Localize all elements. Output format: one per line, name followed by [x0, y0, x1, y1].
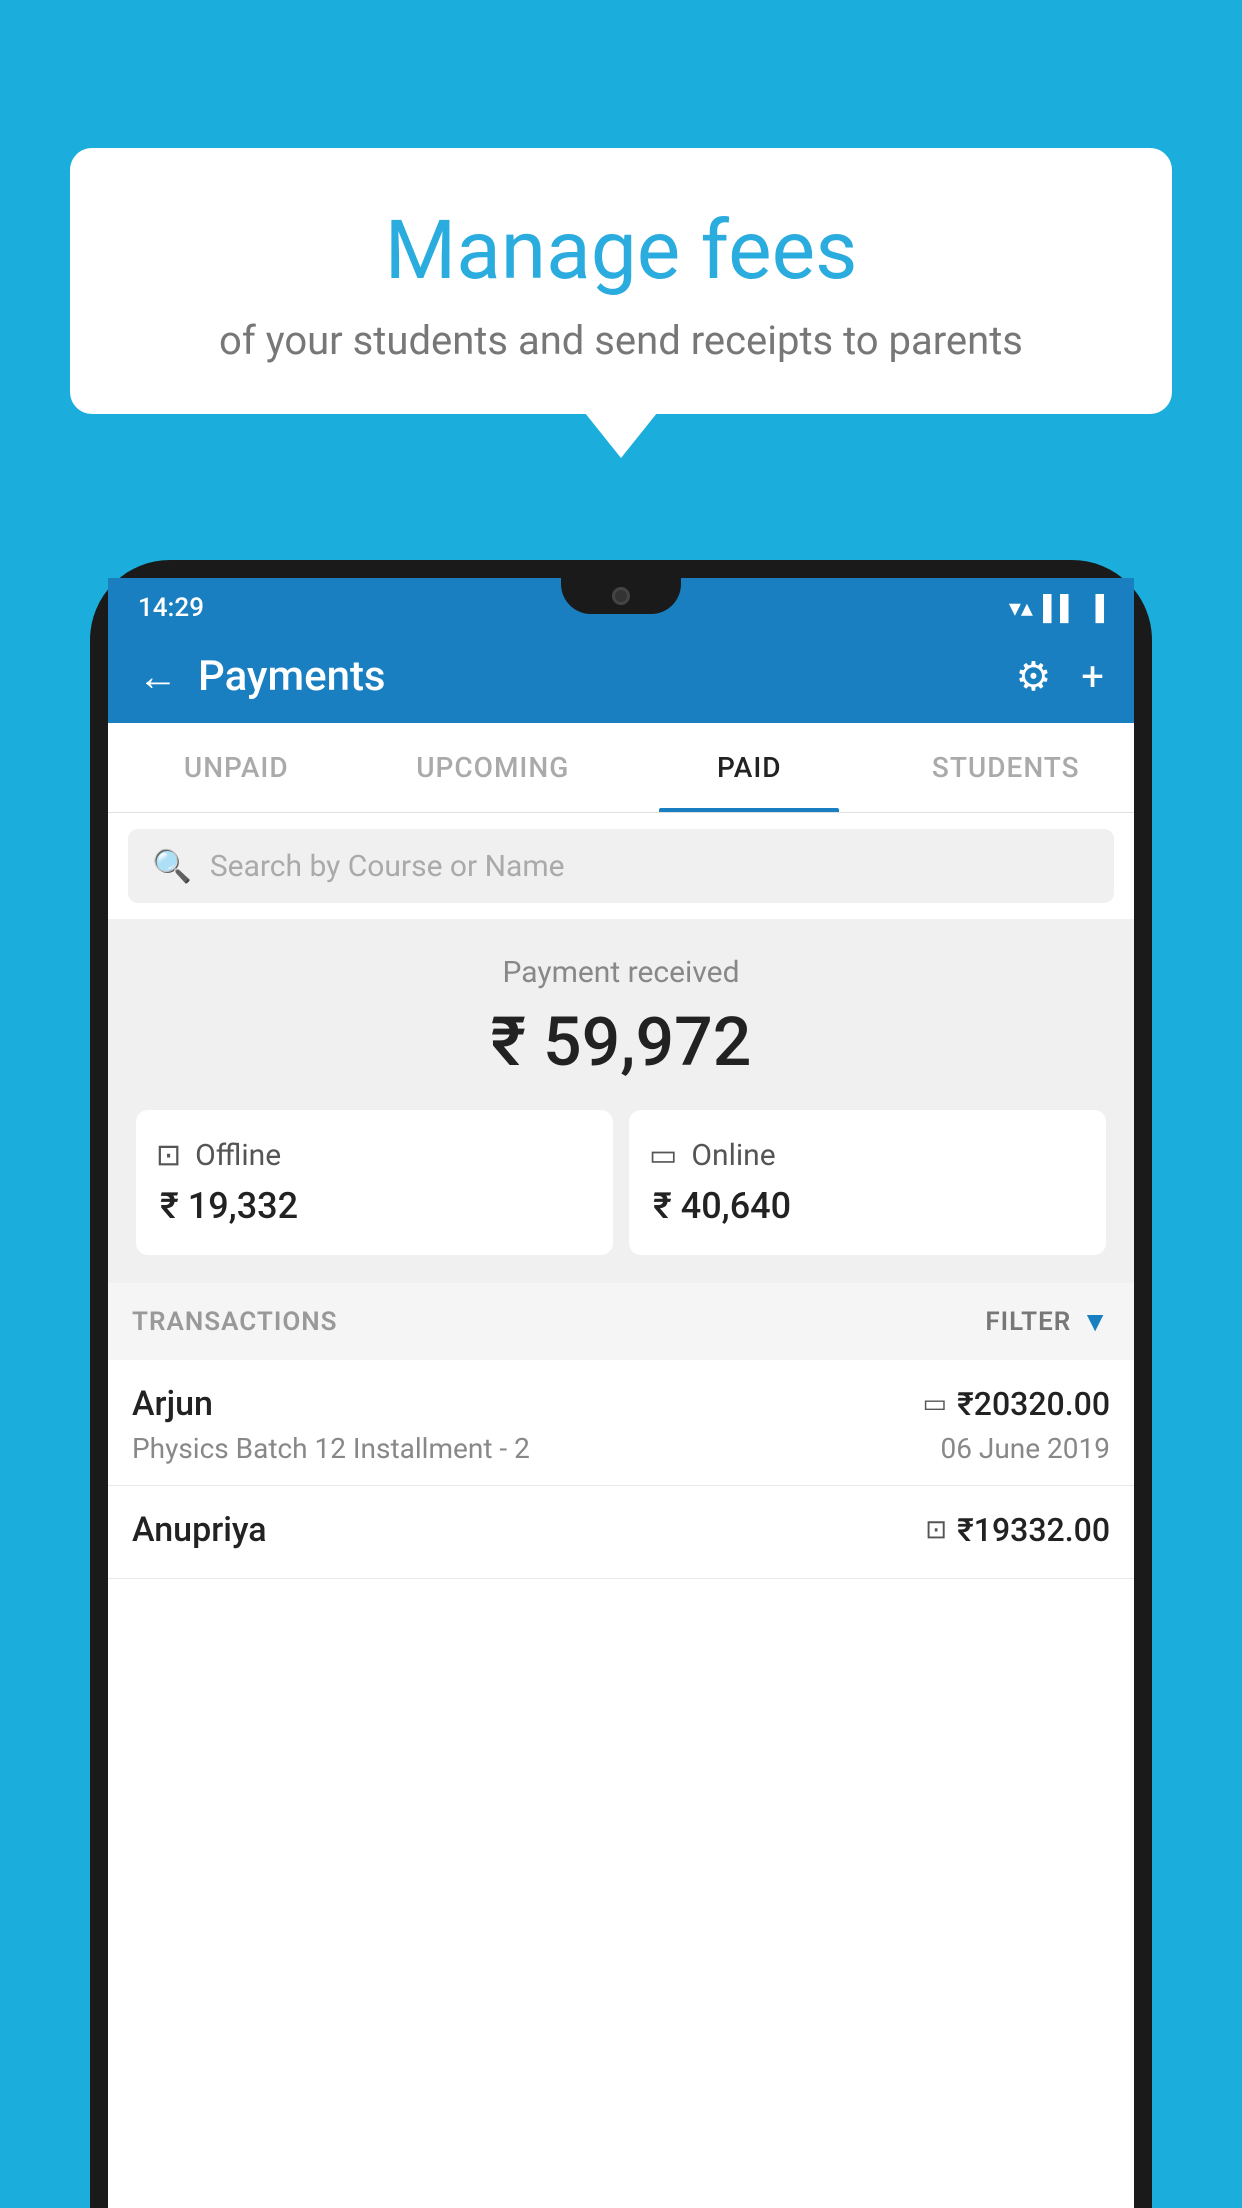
tab-students[interactable]: STUDENTS	[878, 723, 1135, 812]
app-header: ← Payments ⚙ +	[108, 630, 1134, 723]
status-bar: 14:29 ▾▴ ▌▌ ▐	[108, 578, 1134, 630]
offline-card: ⊡ Offline ₹ 19,332	[136, 1110, 613, 1255]
transactions-header: TRANSACTIONS FILTER ▼	[108, 1283, 1134, 1360]
table-row[interactable]: Arjun ▭ ₹20320.00 Physics Batch 12 Insta…	[108, 1360, 1134, 1486]
phone-notch	[561, 578, 681, 614]
tab-upcoming[interactable]: UPCOMING	[365, 723, 622, 812]
payment-received-label: Payment received	[128, 955, 1114, 990]
transaction-amount: ₹20320.00	[957, 1385, 1110, 1423]
wifi-icon: ▾▴	[1009, 594, 1033, 622]
phone-wrapper: 14:29 ▾▴ ▌▌ ▐ ← Payments ⚙ +	[90, 560, 1152, 2208]
online-amount: ₹ 40,640	[649, 1185, 1086, 1227]
table-row[interactable]: Anupriya ⊡ ₹19332.00	[108, 1486, 1134, 1579]
transaction-top: Anupriya ⊡ ₹19332.00	[132, 1510, 1110, 1550]
payment-cards: ⊡ Offline ₹ 19,332 ▭ Online ₹ 40,640	[128, 1110, 1114, 1255]
speech-bubble-subtitle: of your students and send receipts to pa…	[130, 317, 1112, 364]
offline-label: Offline	[195, 1138, 281, 1173]
tab-paid[interactable]: PAID	[621, 723, 878, 812]
battery-icon: ▐	[1087, 594, 1104, 623]
payment-mode-icon: ▭	[923, 1389, 948, 1419]
status-icons: ▾▴ ▌▌ ▐	[1009, 594, 1104, 623]
speech-bubble: Manage fees of your students and send re…	[70, 148, 1172, 414]
transaction-bottom: Physics Batch 12 Installment - 2 06 June…	[132, 1432, 1110, 1465]
signal-icon: ▌▌	[1043, 594, 1077, 623]
add-icon[interactable]: +	[1081, 653, 1104, 700]
offline-amount: ₹ 19,332	[156, 1185, 593, 1227]
header-left: ← Payments	[138, 652, 386, 701]
transactions-label: TRANSACTIONS	[132, 1307, 338, 1337]
phone-frame: 14:29 ▾▴ ▌▌ ▐ ← Payments ⚙ +	[90, 560, 1152, 2208]
transaction-top: Arjun ▭ ₹20320.00	[132, 1384, 1110, 1424]
student-name: Arjun	[132, 1384, 213, 1424]
status-time: 14:29	[138, 593, 204, 623]
search-container: 🔍 Search by Course or Name	[108, 813, 1134, 919]
filter-button[interactable]: FILTER ▼	[985, 1305, 1110, 1338]
payment-mode-icon: ⊡	[925, 1515, 947, 1545]
page-title: Payments	[198, 652, 386, 701]
online-label: Online	[691, 1138, 775, 1173]
student-name: Anupriya	[132, 1510, 267, 1550]
online-card-header: ▭ Online	[649, 1138, 1086, 1173]
tabs: UNPAID UPCOMING PAID STUDENTS	[108, 723, 1134, 813]
header-right: ⚙ +	[1015, 653, 1104, 700]
payment-summary: Payment received ₹ 59,972 ⊡ Offline ₹ 19…	[108, 919, 1134, 1283]
search-icon: 🔍	[152, 847, 192, 885]
offline-card-header: ⊡ Offline	[156, 1138, 593, 1173]
tab-unpaid[interactable]: UNPAID	[108, 723, 365, 812]
transaction-amount: ₹19332.00	[957, 1511, 1110, 1549]
transaction-right: ⊡ ₹19332.00	[925, 1511, 1110, 1549]
speech-bubble-title: Manage fees	[130, 203, 1112, 299]
back-button[interactable]: ←	[138, 653, 178, 700]
front-camera	[612, 587, 630, 605]
app-screen: ← Payments ⚙ + UNPAID UPCOMING PAID STUD…	[108, 630, 1134, 2208]
filter-icon: ▼	[1081, 1305, 1110, 1338]
online-icon: ▭	[649, 1138, 677, 1173]
search-bar[interactable]: 🔍 Search by Course or Name	[128, 829, 1114, 903]
transactions-list: Arjun ▭ ₹20320.00 Physics Batch 12 Insta…	[108, 1360, 1134, 2208]
search-input[interactable]: Search by Course or Name	[210, 849, 565, 884]
transaction-right: ▭ ₹20320.00	[923, 1385, 1110, 1423]
transaction-date: 06 June 2019	[940, 1432, 1110, 1465]
offline-icon: ⊡	[156, 1138, 181, 1173]
filter-label: FILTER	[985, 1307, 1071, 1337]
online-card: ▭ Online ₹ 40,640	[629, 1110, 1106, 1255]
course-info: Physics Batch 12 Installment - 2	[132, 1432, 530, 1465]
speech-bubble-container: Manage fees of your students and send re…	[70, 148, 1172, 414]
payment-total-amount: ₹ 59,972	[128, 1002, 1114, 1082]
settings-icon[interactable]: ⚙	[1015, 653, 1051, 700]
